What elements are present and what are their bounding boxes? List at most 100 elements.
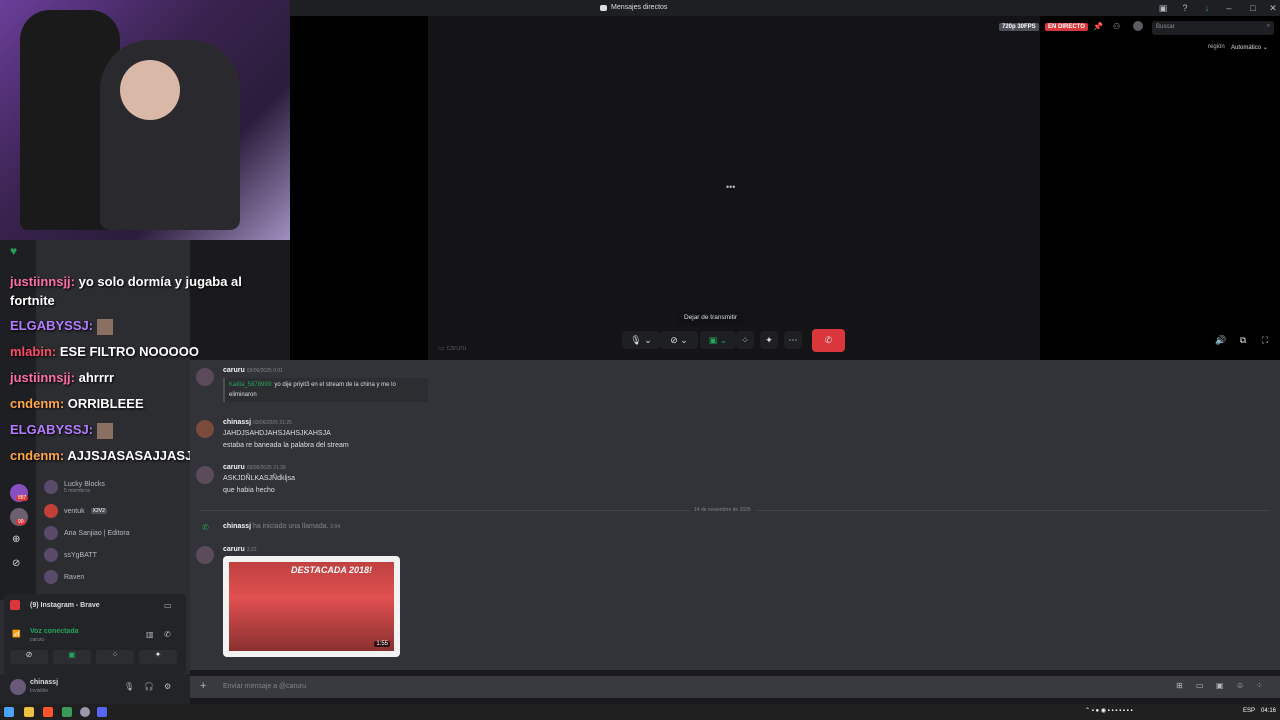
search-icon: ⌕ xyxy=(1266,23,1270,29)
close-button[interactable]: ✕ xyxy=(1266,2,1280,14)
message-header: caruru 03/06/2025 21:30 xyxy=(223,464,286,471)
region-label: región xyxy=(1208,44,1225,50)
dm-item[interactable]: Raven xyxy=(44,570,84,584)
date-divider: 14 de noviembre de 2025 xyxy=(690,507,755,513)
quoted-message: Katita_5878999: yo dije priyit3 en el st… xyxy=(223,378,428,402)
mic-icon[interactable]: 🎙 xyxy=(124,682,134,691)
disconnect-button[interactable]: ✆ xyxy=(812,329,845,352)
voice-status[interactable]: Voz conectada xyxy=(30,628,79,635)
message-input[interactable]: Enviar mensaje a @caruru xyxy=(223,683,306,690)
call-event: chinassj ha iniciado una llamada. 2:04 xyxy=(223,523,341,530)
volume-icon[interactable]: 🔊 xyxy=(1214,331,1228,349)
video-duration: 1:55 xyxy=(374,641,390,647)
voice-channel[interactable]: caruru xyxy=(30,637,44,643)
taskbar: ⌃ ▪ ● ◉ ▪ ▪ ▪ ▪ ▪ ▪ ▪ ESP 04:16 xyxy=(0,704,1280,720)
screen-share-toggle[interactable]: ▣ xyxy=(53,650,91,664)
headphones-icon[interactable]: 🎧 xyxy=(144,682,154,691)
file-explorer-icon[interactable] xyxy=(24,707,34,717)
user-panel: chinassj Invisible 🎙 🎧 ⚙ xyxy=(0,674,190,704)
fullscreen-icon[interactable]: ⛶ xyxy=(1258,331,1272,349)
start-icon[interactable] xyxy=(4,707,14,717)
signal-icon: 📶 xyxy=(12,631,21,638)
dm-item[interactable]: Lucky Blocks 5 miembros xyxy=(44,480,105,494)
avatar[interactable] xyxy=(196,466,214,484)
video-attachment[interactable]: DESTACADA 2018! 1:55 xyxy=(223,556,400,657)
heart-icon: ♥ xyxy=(10,244,18,258)
stop-stream-button[interactable]: ▣ ⌄ xyxy=(700,331,736,349)
emoji-icon[interactable]: ☺ xyxy=(1236,681,1244,690)
maximize-button[interactable]: □ xyxy=(1246,2,1260,14)
camera-toggle[interactable]: ⊘ xyxy=(10,650,48,664)
soundboard-icon[interactable]: ✦ xyxy=(760,331,778,349)
quality-badge: 720p 30FPS xyxy=(999,23,1039,31)
dm-item[interactable]: ventuk X2V2 xyxy=(44,504,107,518)
avatar[interactable] xyxy=(10,679,26,695)
popout-icon[interactable]: ⧉ xyxy=(1236,331,1250,349)
inbox-icon[interactable]: ▣ xyxy=(1156,2,1170,14)
clock[interactable]: 04:16 xyxy=(1261,708,1276,714)
minimize-button[interactable]: – xyxy=(1222,2,1236,14)
message-header: chinassj 03/06/2025 21:25 xyxy=(223,419,292,426)
help-icon[interactable]: ? xyxy=(1178,2,1192,14)
app-icon[interactable] xyxy=(62,707,72,717)
screen-icon[interactable]: ▭ xyxy=(164,601,172,610)
notification-badge: 887 xyxy=(16,495,29,501)
sticker-icon[interactable]: ▣ xyxy=(1216,681,1224,690)
region-select[interactable]: Automático ⌄ xyxy=(1231,44,1268,51)
add-attachment-icon[interactable]: + xyxy=(200,680,206,692)
disconnect-icon[interactable]: ✆ xyxy=(164,630,171,639)
brave-icon[interactable] xyxy=(43,707,53,717)
noise-suppression-icon[interactable]: ▥ xyxy=(146,630,154,639)
video-thumbnail: DESTACADA 2018! 1:55 xyxy=(229,562,394,651)
message-list: caruru 03/06/2025 0:01 Katita_5878999: y… xyxy=(190,360,1280,670)
stream-video[interactable]: ••• ▭ caruru xyxy=(428,16,1040,360)
camera-button[interactable]: ⊘ ⌄ xyxy=(660,331,698,349)
dm-item[interactable]: ѕѕYgBATT xyxy=(44,548,97,562)
gift-icon[interactable]: ⊞ xyxy=(1176,681,1183,690)
discord-icon[interactable] xyxy=(97,707,107,717)
tooltip: Dejar de transmitir xyxy=(677,311,744,325)
avatar xyxy=(44,570,58,584)
screen-icon: ▭ xyxy=(438,345,445,352)
settings-icon[interactable]: ⚙ xyxy=(164,682,171,691)
streamer-face xyxy=(120,60,180,120)
chat-line: cndenm: ORRIBLEEE xyxy=(10,396,144,411)
add-friend-icon[interactable]: ⚇ xyxy=(1113,22,1120,31)
activities-icon[interactable]: ⁘ xyxy=(736,331,754,349)
download-icon[interactable]: ↓ xyxy=(1200,2,1214,14)
activities-icon[interactable]: ⁘ xyxy=(96,650,134,664)
notification-badge: 90 xyxy=(16,519,26,525)
window-title: Mensajes directos xyxy=(600,4,667,11)
avatar xyxy=(44,480,58,494)
gif-icon[interactable]: ▭ xyxy=(1196,681,1204,690)
avatar[interactable] xyxy=(196,368,214,386)
avatar xyxy=(44,526,58,540)
chat-line: ELGABYSSJ: xyxy=(10,318,113,335)
emote xyxy=(96,318,113,335)
obs-icon[interactable] xyxy=(80,707,90,717)
more-icon[interactable]: ⋯ xyxy=(784,331,802,349)
avatar[interactable] xyxy=(196,420,214,438)
explore-icon[interactable]: ⊘ xyxy=(12,558,20,569)
avatar[interactable] xyxy=(1133,21,1143,31)
chat-line: justiinnsjj: ahrrrr xyxy=(10,370,115,385)
apps-icon[interactable]: ⁘ xyxy=(1256,681,1263,690)
voice-panel: (9) Instagram - Brave ▭ 📶 Voz conectada … xyxy=(4,594,186,674)
search-input[interactable]: Buscar ⌕ xyxy=(1152,21,1274,35)
user-tag: X2V2 xyxy=(90,508,107,514)
message-text: que habia hecho xyxy=(223,487,275,494)
microphone-button[interactable]: 🎙 ⌄ xyxy=(622,331,660,349)
chat-line: cndenm: AJJSJASASAJJASJ xyxy=(10,448,193,463)
add-server-icon[interactable]: ⊕ xyxy=(12,534,20,545)
tray-icons[interactable]: ⌃ ▪ ● ◉ ▪ ▪ ▪ ▪ ▪ ▪ ▪ xyxy=(1085,707,1133,714)
avatar[interactable] xyxy=(196,546,214,564)
emote xyxy=(96,422,113,439)
user-name[interactable]: chinassj xyxy=(30,679,58,686)
soundboard-icon[interactable]: ✦ xyxy=(139,650,177,664)
avatar xyxy=(44,504,58,518)
language-indicator[interactable]: ESP xyxy=(1243,708,1255,714)
message-header: caruru 3:22 xyxy=(223,546,257,553)
chat-line: ELGABYSSJ: xyxy=(10,422,113,439)
pin-icon[interactable]: 📌 xyxy=(1093,22,1103,31)
dm-item[interactable]: Ana Sanjiao | Editora xyxy=(44,526,130,540)
